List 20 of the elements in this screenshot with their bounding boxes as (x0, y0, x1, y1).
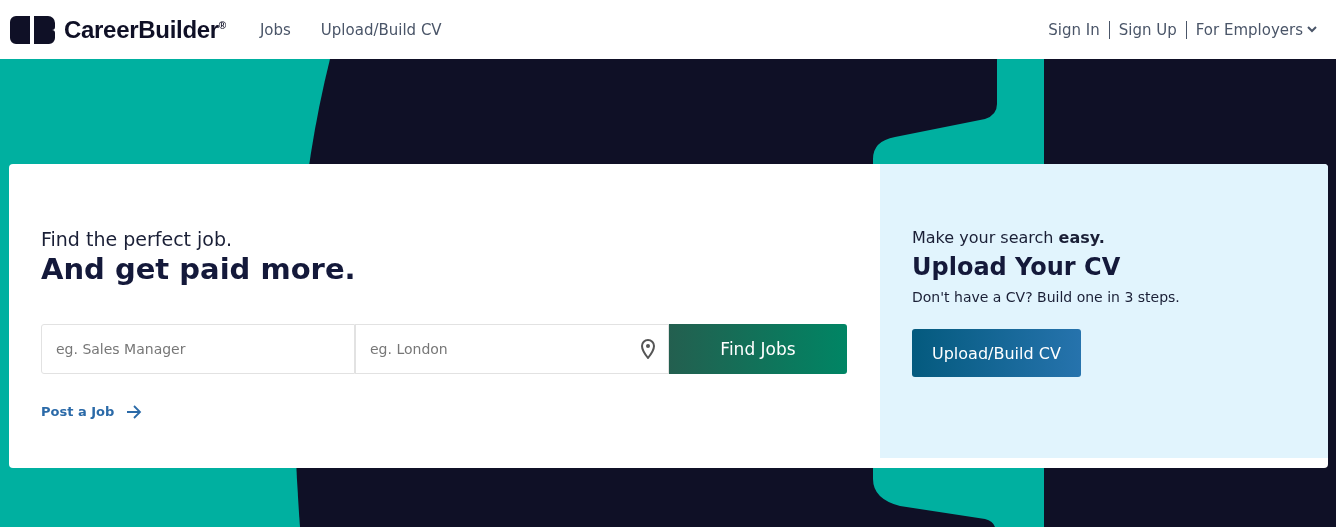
cv-intro-text: Make your search easy. (912, 228, 1106, 247)
logo-icon (10, 15, 56, 44)
upload-cv-button[interactable]: Upload/Build CV (912, 329, 1081, 377)
account-link[interactable]: Sign Up (1108, 20, 1186, 39)
account-link[interactable]: Sign In (1039, 20, 1109, 39)
nav-link[interactable]: Upload/Build CV (320, 20, 442, 39)
post-job-link[interactable]: Post a Job (41, 404, 143, 419)
find-jobs-button[interactable]: Find Jobs (669, 324, 847, 374)
location-pin-icon (641, 339, 655, 359)
keyword-input[interactable]: eg. Sales Manager (41, 324, 355, 374)
headline: And get paid more. (41, 252, 357, 286)
cv-description: Don't have a CV? Build one in 3 steps. (912, 289, 1181, 305)
logo-text: CareerBuilder$^{®}$ (64, 15, 226, 44)
arrow-right-icon (126, 404, 143, 419)
intro-text: Find the perfect job. (41, 228, 234, 250)
nav-link[interactable]: Jobs (259, 20, 291, 39)
location-input[interactable]: eg. London (355, 324, 669, 374)
employers-menu[interactable]: For Employers (1185, 20, 1326, 39)
chevron-down-icon (1307, 26, 1317, 33)
cv-title: Upload Your CV (912, 253, 1122, 281)
